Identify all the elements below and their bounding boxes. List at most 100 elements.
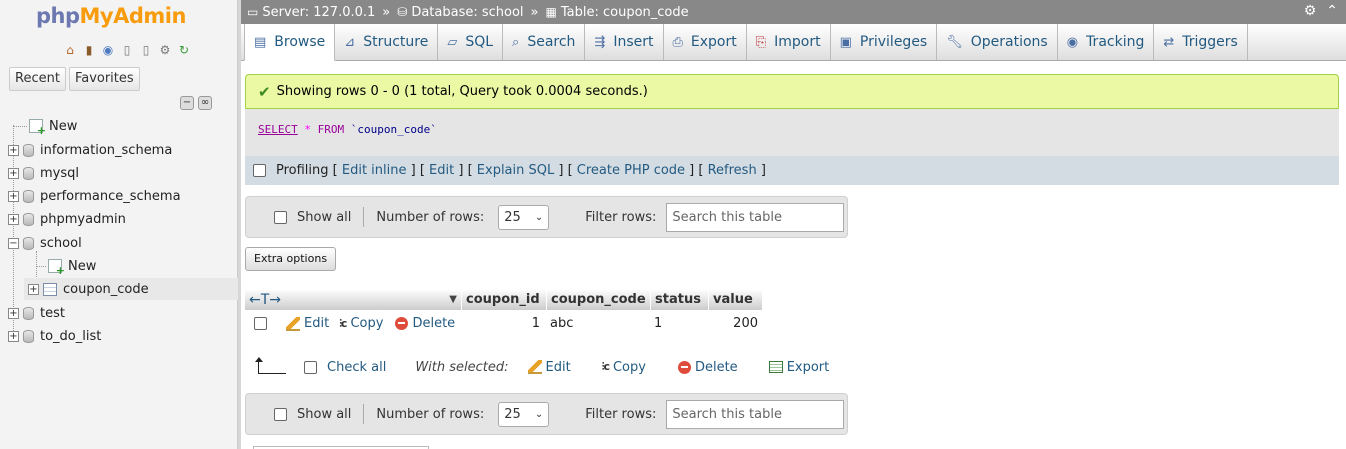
database-icon — [23, 189, 34, 203]
chevron-down-icon: ⌄ — [534, 408, 544, 420]
breadcrumb-table[interactable]: ▦ Table: coupon_code — [546, 5, 689, 20]
sql-select-keyword[interactable]: SELECT — [258, 123, 298, 136]
database-icon — [23, 143, 34, 157]
tab-browse[interactable]: ▤ Browse — [244, 24, 336, 61]
cell-status[interactable]: 1 — [650, 316, 708, 331]
tree-item-test[interactable]: + test — [8, 302, 65, 324]
cell-coupon-code[interactable]: abc — [546, 316, 650, 331]
docs-icon[interactable]: ▯ — [119, 42, 135, 58]
number-of-rows-select[interactable]: 25 ⌄ — [498, 204, 550, 230]
results-table: ←T→ ▼ coupon_id coupon_code status value… — [245, 289, 762, 337]
collapse-all-icon[interactable]: − — [180, 96, 194, 110]
selected-copy-button[interactable]: ⫶c Copy — [602, 360, 646, 375]
settings-icon[interactable]: ⚙ — [1304, 3, 1317, 19]
tab-triggers[interactable]: ⇄ Triggers — [1154, 24, 1248, 60]
filter-rows-label: Filter rows: — [585, 406, 657, 422]
tree-item-performance-schema[interactable]: + performance_schema — [8, 185, 181, 207]
chevron-down-icon: ⌄ — [534, 211, 544, 223]
tab-tracking[interactable]: ◉ Tracking — [1058, 24, 1155, 60]
phpmyadmin-logo[interactable]: phpMyAdmin — [36, 4, 186, 28]
row-edit-link[interactable]: Edit — [286, 316, 329, 331]
tab-export[interactable]: ⎙ Export — [664, 24, 747, 60]
cell-value[interactable]: 200 — [708, 316, 762, 331]
row-copy-link[interactable]: ⫶c Copy — [339, 316, 383, 331]
database-icon — [23, 212, 34, 226]
expand-icon[interactable]: + — [28, 283, 39, 295]
refresh-link[interactable]: Refresh — [708, 163, 757, 178]
column-header-coupon-id[interactable]: coupon_id — [461, 289, 546, 310]
tab-privileges[interactable]: ▣ Privileges — [831, 24, 938, 60]
tab-operations[interactable]: 🔧︎ Operations — [937, 24, 1058, 60]
row-checkbox[interactable] — [254, 317, 267, 330]
number-of-rows-select[interactable]: 25 ⌄ — [498, 401, 550, 427]
edit-link[interactable]: Edit — [429, 163, 454, 178]
tree-item-to-do-list[interactable]: + to_do_list — [8, 325, 101, 347]
check-all-checkbox[interactable] — [304, 360, 317, 374]
reload-icon[interactable]: ↻ — [176, 42, 192, 58]
query-options-bar: Profiling [ Edit inline ] [ Edit ] [ Exp… — [245, 156, 1339, 185]
show-all-label: Show all — [297, 209, 352, 225]
breadcrumb-database[interactable]: ⛁ Database: school — [397, 5, 523, 20]
collapse-top-icon[interactable]: ⌃ — [1326, 3, 1338, 19]
expand-icon[interactable]: + — [8, 167, 19, 179]
sql-from-keyword: FROM — [317, 123, 345, 136]
privileges-icon: ▣ — [839, 34, 852, 50]
tree-item-phpmyadmin[interactable]: + phpmyadmin — [8, 208, 126, 230]
tree-item-coupon-code[interactable]: + coupon_code — [24, 278, 238, 300]
tree-item-new[interactable]: New — [13, 115, 77, 137]
tab-sql[interactable]: ▱ SQL — [438, 24, 504, 60]
sort-dropdown-icon[interactable]: ▼ — [449, 294, 457, 305]
column-resize-arrows-icon[interactable]: ←T→ — [249, 292, 281, 308]
navigation-bar-top: Show all Number of rows: 25 ⌄ Filter row… — [245, 196, 848, 238]
column-header-coupon-code[interactable]: coupon_code — [546, 289, 650, 310]
filter-rows-input[interactable]: Search this table — [666, 202, 845, 232]
check-all-label[interactable]: Check all — [327, 360, 386, 375]
show-all-checkbox[interactable] — [274, 210, 287, 224]
explain-sql-link[interactable]: Explain SQL — [477, 163, 554, 178]
expand-icon[interactable]: + — [8, 144, 19, 156]
breadcrumb-server[interactable]: ▭ Server: 127.0.0.1 — [247, 5, 375, 20]
collapse-icon[interactable]: − — [8, 237, 19, 249]
tree-item-school[interactable]: − school — [8, 232, 82, 254]
selected-delete-button[interactable]: Delete — [677, 360, 738, 375]
recent-button[interactable]: Recent — [9, 67, 66, 91]
column-header-value[interactable]: value — [708, 289, 762, 310]
show-all-checkbox[interactable] — [274, 407, 287, 421]
tab-insert[interactable]: ⇶ Insert — [585, 24, 664, 60]
tab-search[interactable]: ⌕ Search — [503, 24, 586, 60]
extra-options-button[interactable]: Extra options — [245, 247, 337, 271]
expand-icon[interactable]: + — [8, 330, 19, 342]
column-header-status[interactable]: status — [650, 289, 708, 310]
profiling-checkbox[interactable] — [253, 164, 266, 177]
help-icon[interactable]: ◉ — [100, 42, 116, 58]
breadcrumb: ▭ Server: 127.0.0.1 » ⛁ Database: school… — [241, 0, 1346, 24]
cell-coupon-id[interactable]: 1 — [461, 316, 546, 331]
create-php-code-link[interactable]: Create PHP code — [577, 163, 685, 178]
panel-resizer[interactable] — [238, 0, 241, 449]
selected-edit-button[interactable]: Edit — [527, 360, 571, 375]
tab-structure[interactable]: ⊿ Structure — [335, 24, 439, 60]
logout-icon[interactable]: ▮ — [81, 42, 97, 58]
number-of-rows-label: Number of rows: — [376, 406, 485, 422]
favorites-button[interactable]: Favorites — [68, 67, 140, 91]
edit-inline-link[interactable]: Edit inline — [342, 163, 407, 178]
tree-item-new-table[interactable]: New — [36, 255, 96, 277]
browse-icon: ▤ — [254, 34, 267, 50]
table-tabs: ▤ Browse ⊿ Structure ▱ SQL ⌕ Search ⇶ Insert … — [241, 24, 1346, 61]
tree-item-information-schema[interactable]: + information_schema — [8, 139, 172, 161]
expand-icon[interactable]: + — [8, 307, 19, 319]
link-with-main-icon[interactable]: ∞ — [198, 96, 212, 110]
selected-export-button[interactable]: Export — [768, 360, 829, 375]
expand-icon[interactable]: + — [8, 213, 19, 225]
row-delete-link[interactable]: Delete — [395, 316, 455, 331]
copy-icon[interactable]: ▯ — [138, 42, 154, 58]
settings-icon[interactable]: ⚙ — [157, 42, 173, 58]
expand-icon[interactable]: + — [8, 190, 19, 202]
tree-item-mysql[interactable]: + mysql — [8, 162, 79, 184]
sql-icon: ▱ — [447, 34, 458, 50]
tab-import[interactable]: ⎘ Import — [747, 24, 831, 60]
breadcrumb-separator: » — [530, 4, 539, 20]
sql-query-box[interactable]: SELECT * FROM `coupon_code` — [245, 109, 1339, 156]
home-icon[interactable]: ⌂ — [62, 42, 78, 58]
filter-rows-input[interactable]: Search this table — [666, 399, 845, 429]
